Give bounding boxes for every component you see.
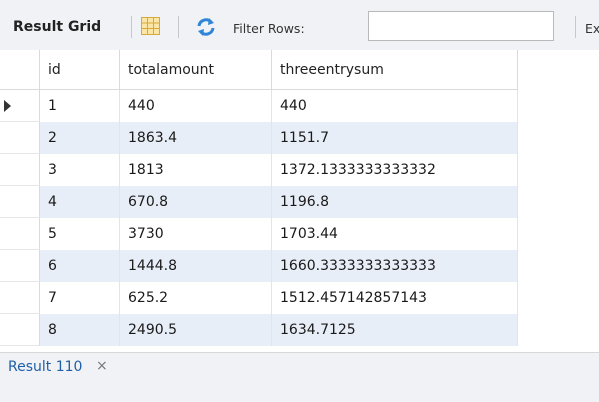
result-tab-bar: Result 110 ×	[0, 352, 599, 402]
cell-totalamount[interactable]: 2490.5	[120, 314, 272, 346]
table-row[interactable]: 3 1813 1372.1333333333332	[0, 154, 518, 186]
toolbar-separator	[131, 16, 132, 38]
table-row[interactable]: 7 625.2 1512.457142857143	[0, 282, 518, 314]
cell-totalamount[interactable]: 1813	[120, 154, 272, 186]
cell-totalamount[interactable]: 440	[120, 90, 272, 122]
toolbar-separator	[178, 16, 179, 38]
row-selector[interactable]	[0, 154, 40, 186]
toolbar-truncated-label[interactable]: Ex	[585, 21, 599, 36]
current-row-arrow-icon	[4, 100, 11, 112]
tab-label[interactable]: Result 110	[8, 359, 82, 375]
cell-threeentrysum[interactable]: 1372.1333333333332	[272, 154, 518, 186]
filter-rows-label: Filter Rows:	[233, 21, 305, 36]
row-selector[interactable]	[0, 250, 40, 282]
cell-totalamount[interactable]: 625.2	[120, 282, 272, 314]
cell-threeentrysum[interactable]: 1660.3333333333333	[272, 250, 518, 282]
table-row[interactable]: 1 440 440	[0, 90, 518, 122]
refresh-icon[interactable]	[196, 17, 216, 37]
cell-id[interactable]: 7	[40, 282, 120, 314]
close-icon[interactable]: ×	[96, 358, 108, 374]
row-selector[interactable]	[0, 314, 40, 346]
cell-id[interactable]: 2	[40, 122, 120, 154]
cell-totalamount[interactable]: 3730	[120, 218, 272, 250]
cell-totalamount[interactable]: 670.8	[120, 186, 272, 218]
result-toolbar: Result Grid Filter Rows: Ex	[0, 0, 599, 50]
cell-totalamount[interactable]: 1863.4	[120, 122, 272, 154]
cell-id[interactable]: 4	[40, 186, 120, 218]
cell-id[interactable]: 6	[40, 250, 120, 282]
cell-threeentrysum[interactable]: 1151.7	[272, 122, 518, 154]
row-header-corner	[0, 50, 40, 90]
result-grid: id totalamount threeentrysum 1 440 440 2…	[0, 50, 599, 352]
column-header-threeentrysum[interactable]: threeentrysum	[272, 50, 518, 90]
toolbar-separator	[575, 16, 576, 38]
row-selector[interactable]	[0, 122, 40, 154]
cell-threeentrysum[interactable]: 1512.457142857143	[272, 282, 518, 314]
cell-threeentrysum[interactable]: 440	[272, 90, 518, 122]
cell-id[interactable]: 3	[40, 154, 120, 186]
table-row[interactable]: 8 2490.5 1634.7125	[0, 314, 518, 346]
cell-totalamount[interactable]: 1444.8	[120, 250, 272, 282]
cell-id[interactable]: 8	[40, 314, 120, 346]
table-row[interactable]: 5 3730 1703.44	[0, 218, 518, 250]
cell-threeentrysum[interactable]: 1703.44	[272, 218, 518, 250]
table-row[interactable]: 4 670.8 1196.8	[0, 186, 518, 218]
table-row[interactable]: 2 1863.4 1151.7	[0, 122, 518, 154]
table-row[interactable]: 6 1444.8 1660.3333333333333	[0, 250, 518, 282]
cell-threeentrysum[interactable]: 1196.8	[272, 186, 518, 218]
cell-id[interactable]: 5	[40, 218, 120, 250]
row-selector[interactable]	[0, 90, 40, 122]
row-selector[interactable]	[0, 218, 40, 250]
row-selector[interactable]	[0, 282, 40, 314]
row-selector[interactable]	[0, 186, 40, 218]
grid-layout-icon[interactable]	[141, 17, 160, 35]
column-header-totalamount[interactable]: totalamount	[120, 50, 272, 90]
column-header-id[interactable]: id	[40, 50, 120, 90]
cell-id[interactable]: 1	[40, 90, 120, 122]
cell-threeentrysum[interactable]: 1634.7125	[272, 314, 518, 346]
tab-result-110[interactable]: Result 110 ×	[0, 353, 108, 379]
result-grid-title[interactable]: Result Grid	[13, 19, 101, 35]
filter-rows-input[interactable]	[368, 11, 554, 41]
